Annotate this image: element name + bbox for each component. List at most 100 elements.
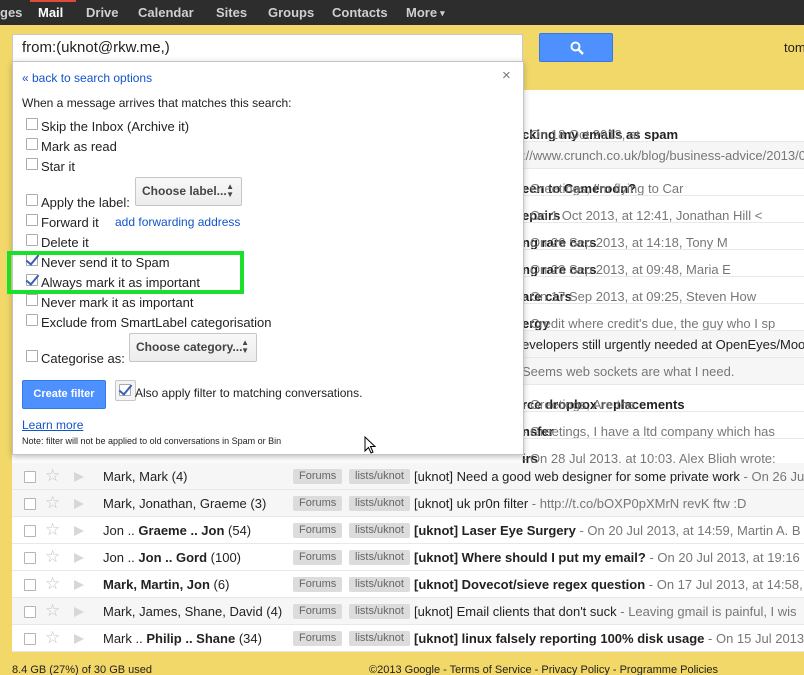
list-item[interactable]: epairs - On 1 Oct 2013, at 12:41, Jonath…	[522, 196, 804, 223]
star-icon[interactable]: ☆	[45, 520, 60, 539]
importance-marker-icon[interactable]	[74, 607, 84, 617]
email-snippet: Seems web sockets are what I need.	[522, 364, 735, 379]
table-row[interactable]: ☆ Mark, Martin, Jon (6) Forums lists/ukn…	[12, 571, 804, 598]
label-chip[interactable]: lists/uknot	[349, 469, 410, 484]
list-item[interactable]: ng rare cars - On 23 Sep 2013, at 09:48,…	[522, 250, 804, 277]
user-account-name[interactable]: tom	[784, 40, 804, 55]
label-chip[interactable]: Forums	[293, 523, 343, 538]
mark-as-read-checkbox[interactable]	[26, 138, 38, 150]
label-chip[interactable]: lists/uknot	[349, 631, 410, 646]
list-item[interactable]: evelopers still urgently needed at OpenE…	[522, 331, 804, 358]
apply-to-matching-checkbox[interactable]	[119, 384, 131, 396]
footer-links[interactable]: ©2013 Google - Terms of Service - Privac…	[369, 664, 718, 675]
importance-marker-icon[interactable]	[74, 553, 84, 563]
row-checkbox[interactable]	[24, 579, 36, 591]
never-important-checkbox[interactable]	[26, 294, 38, 306]
label-chip[interactable]: Forums	[293, 469, 343, 484]
add-forwarding-address-link[interactable]: add forwarding address	[115, 215, 240, 229]
list-item[interactable]: ng rare cars - On 26 Sep 2013, at 14:18,…	[522, 223, 804, 250]
list-item[interactable]: nsfer - Greetings, I have a ltd company …	[522, 412, 804, 439]
categorise-as-checkbox[interactable]	[26, 350, 38, 362]
nav-item-mail[interactable]: Mail	[38, 5, 63, 20]
skip-inbox-checkbox[interactable]	[26, 118, 38, 130]
nav-item-more[interactable]: More ▾	[406, 5, 445, 20]
importance-marker-icon[interactable]	[74, 634, 84, 644]
star-icon[interactable]: ☆	[45, 628, 60, 647]
apply-label-checkbox[interactable]	[26, 194, 38, 206]
mouse-pointer-icon	[364, 436, 376, 454]
nav-item-groups[interactable]: Groups	[268, 5, 314, 20]
label-chip[interactable]: lists/uknot	[349, 523, 410, 538]
learn-more-link[interactable]: Learn more	[22, 418, 83, 432]
close-icon[interactable]: ×	[502, 67, 511, 84]
list-item[interactable]: een to Cameroon? - Greetings, I'm flying…	[522, 169, 804, 196]
apply-to-matching-label: Also apply filter to matching conversati…	[135, 386, 363, 400]
choose-label-select[interactable]: Choose label... ▲ ▼	[135, 177, 242, 206]
list-item[interactable]: ergy - Credit where credit's due, the gu…	[522, 304, 804, 331]
star-it-checkbox[interactable]	[26, 158, 38, 170]
email-subject: [uknot] Email clients that don't suck - …	[414, 604, 797, 619]
list-item[interactable]: are cars - On 17 Sep 2013, at 09:25, Ste…	[522, 277, 804, 304]
row-checkbox[interactable]	[24, 606, 36, 618]
list-item[interactable]: irs - On 28 Jul 2013, at 10:03, Alex Bli…	[522, 439, 804, 466]
row-checkbox[interactable]	[24, 633, 36, 645]
importance-marker-icon[interactable]	[74, 580, 84, 590]
label-chip[interactable]: lists/uknot	[349, 604, 410, 619]
table-row[interactable]: ☆ Mark, Jonathan, Graeme (3) Forums list…	[12, 490, 804, 517]
chevron-down-icon: ▾	[440, 8, 445, 19]
importance-marker-icon[interactable]	[74, 526, 84, 536]
nav-item-drive[interactable]: Drive	[86, 5, 119, 20]
create-filter-button[interactable]: Create filter	[22, 380, 106, 409]
nav-item-calendar[interactable]: Calendar	[138, 5, 194, 20]
table-row[interactable]: ☆ Jon .. Graeme .. Jon (54) Forums lists…	[12, 517, 804, 544]
importance-marker-icon[interactable]	[74, 472, 84, 482]
delete-it-checkbox[interactable]	[26, 234, 38, 246]
star-icon[interactable]: ☆	[45, 547, 60, 566]
email-subject: [uknot] Need a good web designer for som…	[414, 469, 804, 484]
list-item[interactable]: ://www.crunch.co.uk/blog/business-advice…	[522, 142, 804, 169]
row-checkbox[interactable]	[24, 498, 36, 510]
search-input[interactable]: from:(uknot@rkw.me,)	[12, 34, 523, 62]
label-chip[interactable]: Forums	[293, 604, 343, 619]
select-arrows-icon: ▲ ▼	[226, 182, 234, 199]
row-checkbox[interactable]	[24, 525, 36, 537]
row-checkbox[interactable]	[24, 552, 36, 564]
label-chip[interactable]: Forums	[293, 577, 343, 592]
star-icon[interactable]: ☆	[45, 466, 60, 485]
label-chip[interactable]: Forums	[293, 496, 343, 511]
label-chip[interactable]: lists/uknot	[349, 550, 410, 565]
star-icon[interactable]: ☆	[45, 601, 60, 620]
label-chip[interactable]: Forums	[293, 631, 343, 646]
list-item[interactable]: cking my emails as spam - On 18 Oct 2013…	[522, 115, 804, 142]
label-chip[interactable]: Forums	[293, 550, 343, 565]
star-icon[interactable]: ☆	[45, 493, 60, 512]
active-tab-indicator	[30, 0, 76, 2]
email-sender: Mark, Martin, Jon (6)	[103, 577, 230, 592]
exclude-smartlabel-checkbox[interactable]	[26, 314, 38, 326]
star-icon[interactable]: ☆	[45, 574, 60, 593]
importance-marker-icon[interactable]	[74, 499, 84, 509]
table-row[interactable]: ☆ Mark, Mark (4) Forums lists/uknot [ukn…	[12, 463, 804, 490]
back-to-search-options-link[interactable]: « back to search options	[22, 71, 152, 85]
list-item[interactable]: Seems web sockets are what I need.	[522, 358, 804, 385]
label-chip[interactable]: lists/uknot	[349, 577, 410, 592]
table-row[interactable]: ☆ Mark, James, Shane, David (4) Forums l…	[12, 598, 804, 625]
exclude-smartlabel-label: Exclude from SmartLabel categorisation	[41, 315, 272, 330]
table-row[interactable]: ☆ Jon .. Jon .. Gord (100) Forums lists/…	[12, 544, 804, 571]
nav-item-images[interactable]: ges	[0, 5, 22, 20]
nav-item-contacts[interactable]: Contacts	[332, 5, 388, 20]
email-subject: [uknot] uk pr0n filter - http://t.co/bOX…	[414, 496, 747, 511]
search-button[interactable]	[539, 33, 613, 62]
choose-category-select[interactable]: Choose category... ▲ ▼	[129, 333, 257, 362]
table-row[interactable]: ☆ Mark .. Philip .. Shane (34) Forums li…	[12, 625, 804, 652]
top-navigation-bar: ges Mail Drive Calendar Sites Groups Con…	[0, 0, 804, 25]
apply-to-matching-checkbox-wrapper[interactable]	[115, 380, 136, 401]
row-checkbox[interactable]	[24, 471, 36, 483]
choose-label-text: Choose label...	[142, 184, 227, 198]
never-important-label: Never mark it as important	[41, 295, 194, 310]
nav-item-sites[interactable]: Sites	[216, 5, 247, 20]
list-item[interactable]: rce dropbox replacements - Greetings, Ar…	[522, 385, 804, 412]
email-sender: Jon .. Jon .. Gord (100)	[103, 550, 242, 565]
forward-it-checkbox[interactable]	[26, 214, 38, 226]
label-chip[interactable]: lists/uknot	[349, 496, 410, 511]
